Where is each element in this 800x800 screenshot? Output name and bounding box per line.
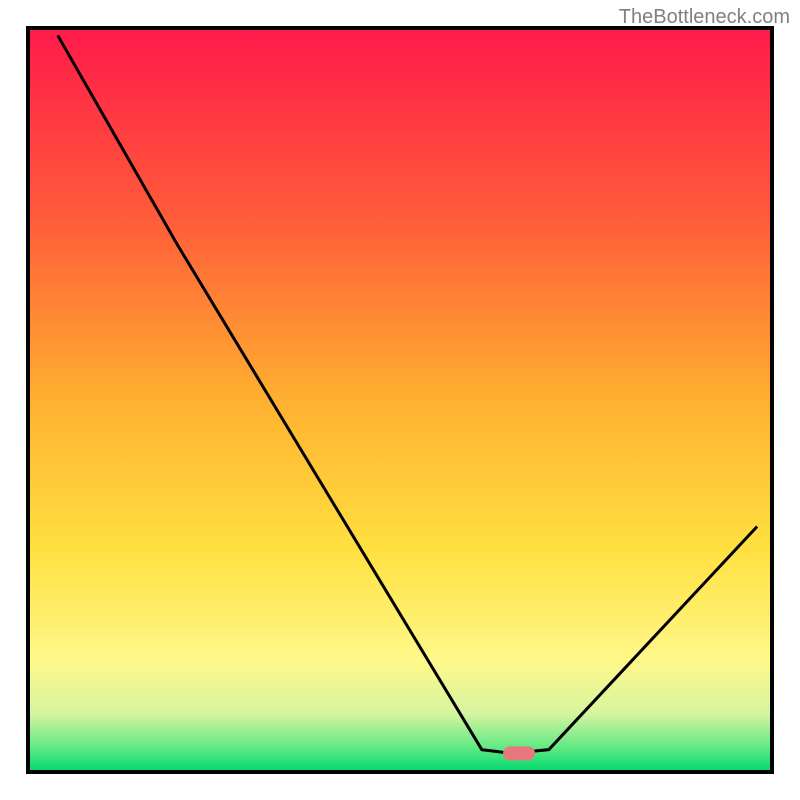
- watermark: TheBottleneck.com: [619, 6, 790, 29]
- chart-svg: [0, 0, 800, 800]
- gradient-background: [28, 28, 772, 772]
- optimal-marker: [503, 746, 535, 760]
- bottleneck-chart: TheBottleneck.com: [0, 0, 800, 800]
